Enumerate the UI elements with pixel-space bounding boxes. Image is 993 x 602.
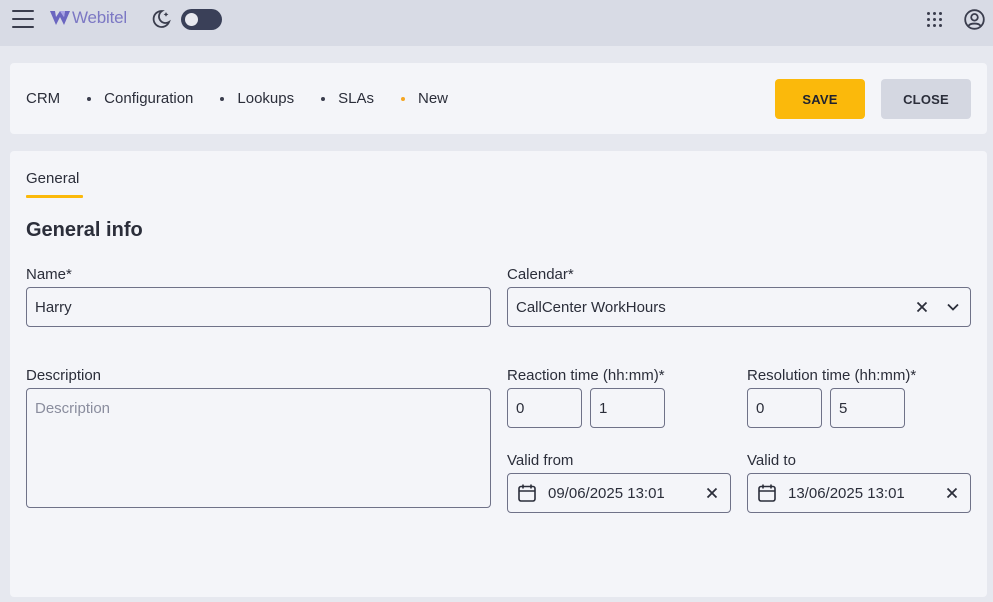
reaction-minutes-input[interactable]: 1 <box>590 388 665 428</box>
valid-to-clear-icon[interactable] <box>946 487 958 499</box>
valid-to-label: Valid to <box>747 452 796 469</box>
breadcrumb-separator <box>321 96 326 101</box>
moon-icon <box>152 10 171 28</box>
name-value: Harry <box>35 298 72 316</box>
calendar-icon <box>758 484 776 502</box>
webitel-logo-icon <box>50 11 70 25</box>
menu-icon[interactable] <box>12 10 34 28</box>
name-field[interactable]: Harry <box>26 287 491 327</box>
close-button[interactable]: CLOSE <box>881 79 971 119</box>
valid-from-clear-icon[interactable] <box>706 487 718 499</box>
chevron-down-icon[interactable] <box>946 300 960 314</box>
resolution-hours-value: 0 <box>756 399 765 417</box>
breadcrumb-separator-active <box>400 96 405 101</box>
resolution-minutes-input[interactable]: 5 <box>830 388 905 428</box>
logo[interactable]: Webitel <box>49 8 127 28</box>
breadcrumb-separator <box>220 96 225 101</box>
calendar-value: CallCenter WorkHours <box>516 298 666 316</box>
tab-active-indicator <box>26 195 83 198</box>
reaction-hours-input[interactable]: 0 <box>507 388 582 428</box>
toggle-knob <box>185 13 198 26</box>
name-label: Name* <box>26 266 72 283</box>
breadcrumb-separator <box>87 96 92 101</box>
valid-from-label: Valid from <box>507 452 574 469</box>
valid-from-value: 09/06/2025 13:01 <box>548 484 665 502</box>
calendar-clear-icon[interactable] <box>916 301 928 313</box>
form-panel: General General info Name* Harry Calenda… <box>10 151 987 597</box>
resolution-hours-input[interactable]: 0 <box>747 388 822 428</box>
description-label: Description <box>26 367 102 384</box>
breadcrumb-slas[interactable]: SLAs <box>338 90 374 107</box>
tab-general[interactable]: General <box>26 170 79 187</box>
description-placeholder: Description <box>35 400 111 417</box>
account-icon[interactable] <box>964 9 985 30</box>
resolution-time-label: Resolution time (hh:mm)* <box>747 367 917 384</box>
reaction-time-label: Reaction time (hh:mm)* <box>507 367 665 384</box>
section-title: General info <box>26 219 143 241</box>
breadcrumb-bar: CRM Configuration Lookups SLAs New SAVE … <box>10 63 987 134</box>
top-header: Webitel <box>0 0 993 46</box>
valid-from-datepicker[interactable]: 09/06/2025 13:01 <box>507 473 731 513</box>
save-button[interactable]: SAVE <box>775 79 865 119</box>
calendar-select[interactable]: CallCenter WorkHours <box>507 287 971 327</box>
breadcrumb: CRM Configuration Lookups SLAs New <box>26 90 448 107</box>
breadcrumb-lookups[interactable]: Lookups <box>237 90 294 107</box>
brand-name: Webitel <box>72 8 127 27</box>
calendar-icon <box>518 484 536 502</box>
valid-to-value: 13/06/2025 13:01 <box>788 484 905 502</box>
reaction-hours-value: 0 <box>516 399 525 417</box>
calendar-label: Calendar* <box>507 266 574 283</box>
apps-grid-icon[interactable] <box>927 12 943 28</box>
resolution-minutes-value: 5 <box>839 399 848 417</box>
breadcrumb-configuration[interactable]: Configuration <box>104 90 193 107</box>
valid-to-datepicker[interactable]: 13/06/2025 13:01 <box>747 473 971 513</box>
breadcrumb-crm[interactable]: CRM <box>26 90 60 107</box>
theme-toggle[interactable] <box>181 9 222 30</box>
reaction-minutes-value: 1 <box>599 399 608 417</box>
description-textarea[interactable]: Description <box>26 388 491 508</box>
breadcrumb-new: New <box>417 90 448 107</box>
